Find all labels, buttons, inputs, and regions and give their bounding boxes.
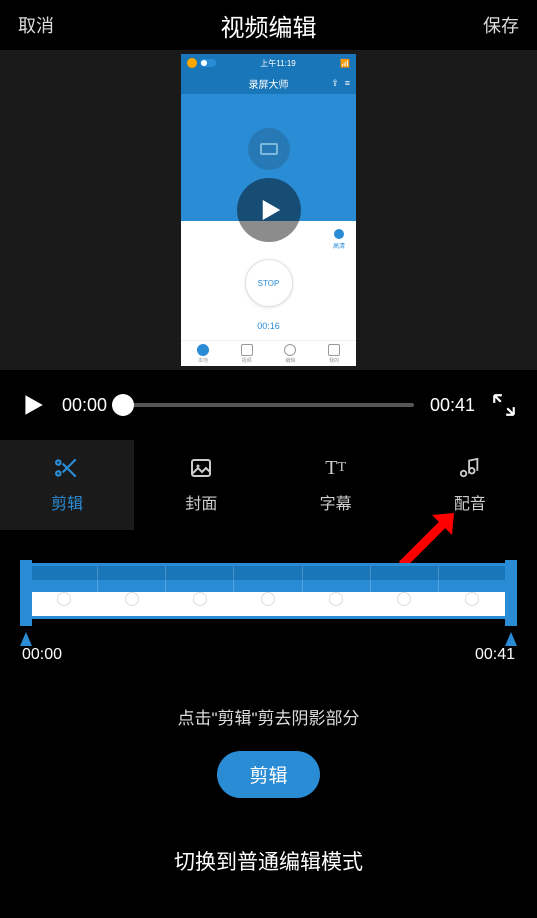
tab-label: 配音 — [454, 490, 486, 514]
music-note-icon — [459, 457, 481, 479]
frame-thumb — [30, 566, 98, 616]
phone-app-title: 录屏大师 — [249, 76, 289, 91]
scissors-icon — [54, 455, 80, 481]
text-icon: T T — [325, 456, 346, 480]
trim-handle-left[interactable] — [20, 560, 32, 626]
frame-thumb — [439, 566, 507, 616]
phone-rec-time: 00:16 — [257, 321, 280, 331]
tab-dub[interactable]: 配音 — [403, 440, 537, 530]
phone-status-bar: 上午11:19 📶 — [181, 54, 356, 72]
slider-thumb[interactable] — [112, 394, 134, 416]
play-overlay-button[interactable] — [237, 178, 301, 242]
frame-thumb — [166, 566, 234, 616]
fullscreen-button[interactable] — [491, 392, 517, 418]
tool-tabs: 剪辑 封面 T T 字幕 配音 — [0, 440, 537, 530]
tab-trim[interactable]: 剪辑 — [0, 440, 134, 530]
indicator-dot-icon — [334, 229, 344, 239]
landscape-icon — [260, 143, 278, 155]
timeline-end: 00:41 — [475, 646, 515, 664]
cancel-button[interactable]: 取消 — [18, 12, 54, 38]
header: 取消 视频编辑 保存 — [0, 0, 537, 50]
video-preview[interactable]: 上午11:19 📶 录屏大师 ⇪ ≡ 高清 STOP 00:16 本地 视频 编… — [0, 50, 537, 370]
current-time: 00:00 — [62, 395, 107, 416]
tab-label: 剪辑 — [51, 490, 83, 514]
trim-handle-right[interactable] — [505, 560, 517, 626]
nav-dot-icon — [197, 344, 209, 356]
image-icon — [189, 456, 213, 480]
timeline-strip — [30, 566, 507, 616]
save-button[interactable]: 保存 — [483, 12, 519, 38]
timeline-times: 00:00 00:41 — [20, 646, 517, 664]
timeline-border-bottom — [30, 616, 507, 619]
rec-toggle-icon — [200, 59, 216, 67]
nav-square-icon — [241, 344, 253, 356]
duration: 00:41 — [430, 395, 475, 416]
hint-text: 点击"剪辑"剪去阴影部分 — [0, 704, 537, 729]
progress-slider[interactable] — [123, 403, 414, 407]
tab-label: 封面 — [185, 490, 217, 514]
timeline-start: 00:00 — [22, 646, 62, 664]
phone-record-indicator — [248, 128, 290, 170]
frame-thumb — [371, 566, 439, 616]
phone-bottom-nav: 本地 视频 编辑 我的 — [181, 340, 356, 366]
page-title: 视频编辑 — [221, 8, 317, 43]
frame-thumb — [234, 566, 302, 616]
phone-stop-button: STOP — [245, 259, 293, 307]
timeline-track[interactable] — [20, 560, 517, 626]
play-icon — [254, 195, 284, 225]
indicator-label: 高清 — [333, 241, 345, 250]
share-icon: ⇪ — [331, 78, 339, 89]
frame-thumb — [98, 566, 166, 616]
phone-white-area: 高清 STOP 00:16 本地 视频 编辑 我的 — [181, 221, 356, 366]
trim-button[interactable]: 剪辑 — [217, 751, 319, 798]
avatar-icon — [187, 58, 197, 68]
tab-subtitle[interactable]: T T 字幕 — [269, 440, 403, 530]
timeline-area: 00:00 00:41 — [0, 530, 537, 674]
frame-thumb — [303, 566, 371, 616]
phone-app-title-bar: 录屏大师 ⇪ ≡ — [181, 72, 356, 94]
play-button[interactable] — [20, 392, 46, 418]
tab-cover[interactable]: 封面 — [134, 440, 268, 530]
menu-icon: ≡ — [345, 78, 350, 89]
signal-icon: 📶 — [340, 59, 350, 68]
mode-switch-link[interactable]: 切换到普通编辑模式 — [0, 846, 537, 876]
tab-label: 字幕 — [320, 490, 352, 514]
nav-box-icon — [328, 344, 340, 356]
nav-circle-icon — [284, 344, 296, 356]
player-controls: 00:00 00:41 — [0, 370, 537, 440]
phone-title-icons: ⇪ ≡ — [331, 78, 350, 89]
phone-status-time: 上午11:19 — [260, 58, 295, 69]
